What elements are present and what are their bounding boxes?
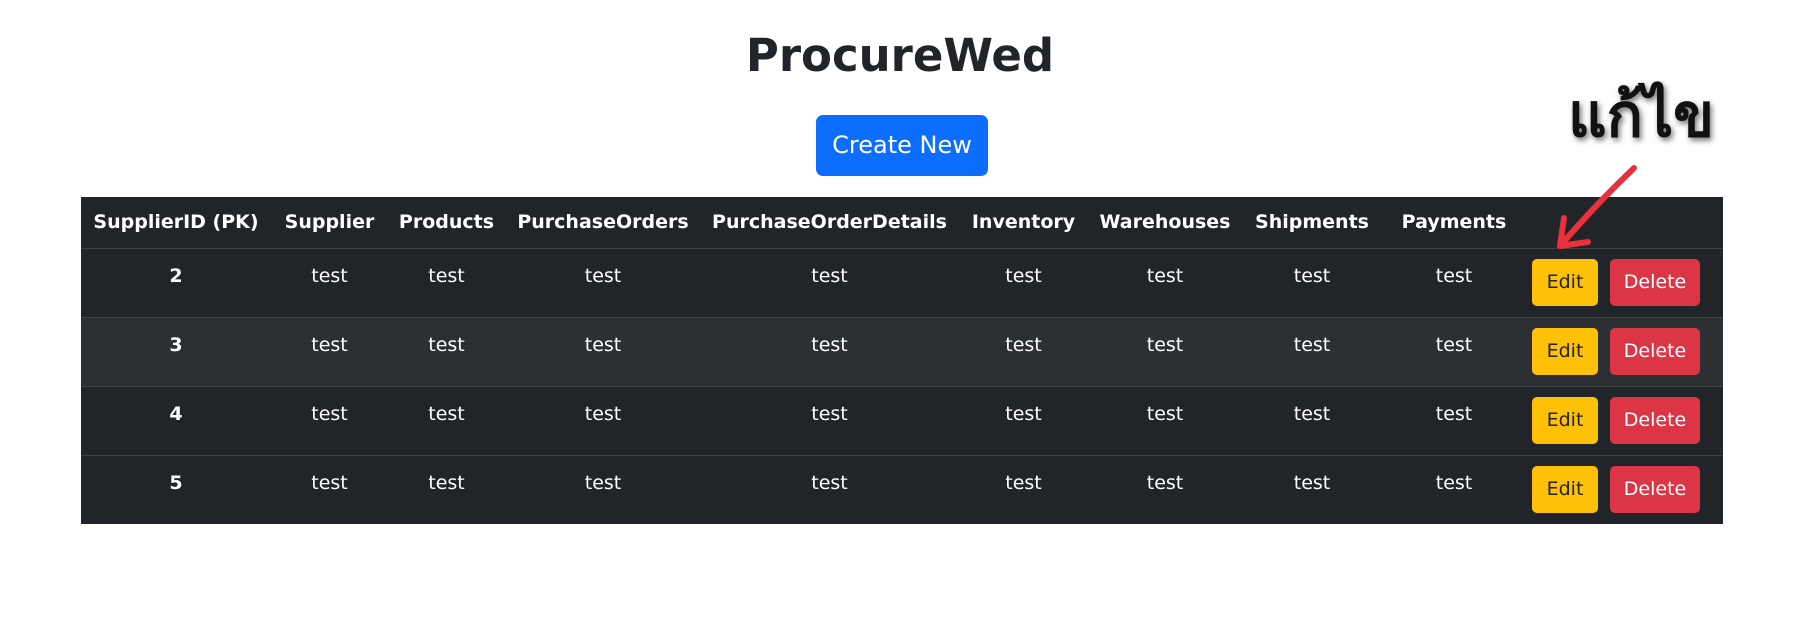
cell-supplier-id: 2 [169,264,183,287]
cell-warehouses: test [1146,264,1184,287]
cell-purchase-order-details: test [811,471,848,494]
cell-purchase-order-details: test [811,264,848,287]
cell-payments: test [1435,402,1473,425]
cell-inventory: test [1005,264,1042,287]
annotation-label: แก้ไข [1568,81,1715,151]
cell-products: test [428,333,465,356]
cell-supplier: test [311,264,348,287]
cell-actions: Edit Delete [1525,455,1723,524]
edit-button[interactable]: Edit [1532,327,1598,375]
edit-button[interactable]: Edit [1532,396,1598,444]
suppliers-table: SupplierID (PK) Supplier Products Purcha… [81,197,1723,524]
cell-inventory: test [1005,402,1042,425]
delete-button[interactable]: Delete [1610,327,1700,375]
column-header-shipments: Shipments [1255,211,1369,234]
cell-purchase-order-details: test [811,402,848,425]
cell-shipments: test [1293,264,1331,287]
create-new-button[interactable]: Create New [816,115,988,176]
cell-payments: test [1435,264,1473,287]
cell-warehouses: test [1146,402,1184,425]
table-header-row: SupplierID (PK) Supplier Products Purcha… [81,197,1723,248]
delete-button[interactable]: Delete [1610,396,1700,444]
cell-inventory: test [1005,471,1042,494]
cell-purchase-orders: test [584,402,622,425]
table-row: 5 test test test test test test test tes… [81,455,1723,524]
cell-products: test [428,471,465,494]
cell-supplier: test [311,333,348,356]
cell-supplier: test [311,402,348,425]
column-header-payments: Payments [1401,211,1507,234]
cell-supplier-id: 5 [169,471,183,494]
cell-actions: Edit Delete [1525,386,1723,455]
cell-products: test [428,264,465,287]
column-header-purchase-order-details: PurchaseOrderDetails [712,211,947,234]
table-row: 3 test test test test test test test tes… [81,317,1723,386]
cell-purchase-order-details: test [811,333,848,356]
cell-actions: Edit Delete [1525,317,1723,386]
cell-payments: test [1435,333,1473,356]
cell-shipments: test [1293,333,1331,356]
cell-supplier-id: 4 [169,402,183,425]
delete-button[interactable]: Delete [1610,465,1700,513]
column-header-supplier: Supplier [284,211,375,234]
column-header-supplier-id: SupplierID (PK) [93,211,259,234]
cell-products: test [428,402,465,425]
cell-inventory: test [1005,333,1042,356]
cell-purchase-orders: test [584,471,622,494]
table-row: 2 test test test test test test test tes… [81,248,1723,317]
cell-purchase-orders: test [584,264,622,287]
column-header-products: Products [398,211,495,234]
page: ProcureWed Create New SupplierID (PK) Su… [0,0,1800,634]
table-row: 4 test test test test test test test tes… [81,386,1723,455]
annotation-arrow-icon [1557,165,1637,249]
cell-shipments: test [1293,402,1331,425]
cell-warehouses: test [1146,333,1184,356]
cell-warehouses: test [1146,471,1184,494]
page-title: ProcureWed [745,29,1055,82]
edit-button[interactable]: Edit [1532,465,1598,513]
cell-supplier: test [311,471,348,494]
column-header-purchase-orders: PurchaseOrders [517,211,689,234]
cell-supplier-id: 3 [169,333,183,356]
column-header-inventory: Inventory [971,211,1076,234]
cell-payments: test [1435,471,1473,494]
column-header-warehouses: Warehouses [1099,211,1231,234]
cell-purchase-orders: test [584,333,622,356]
cell-shipments: test [1293,471,1331,494]
